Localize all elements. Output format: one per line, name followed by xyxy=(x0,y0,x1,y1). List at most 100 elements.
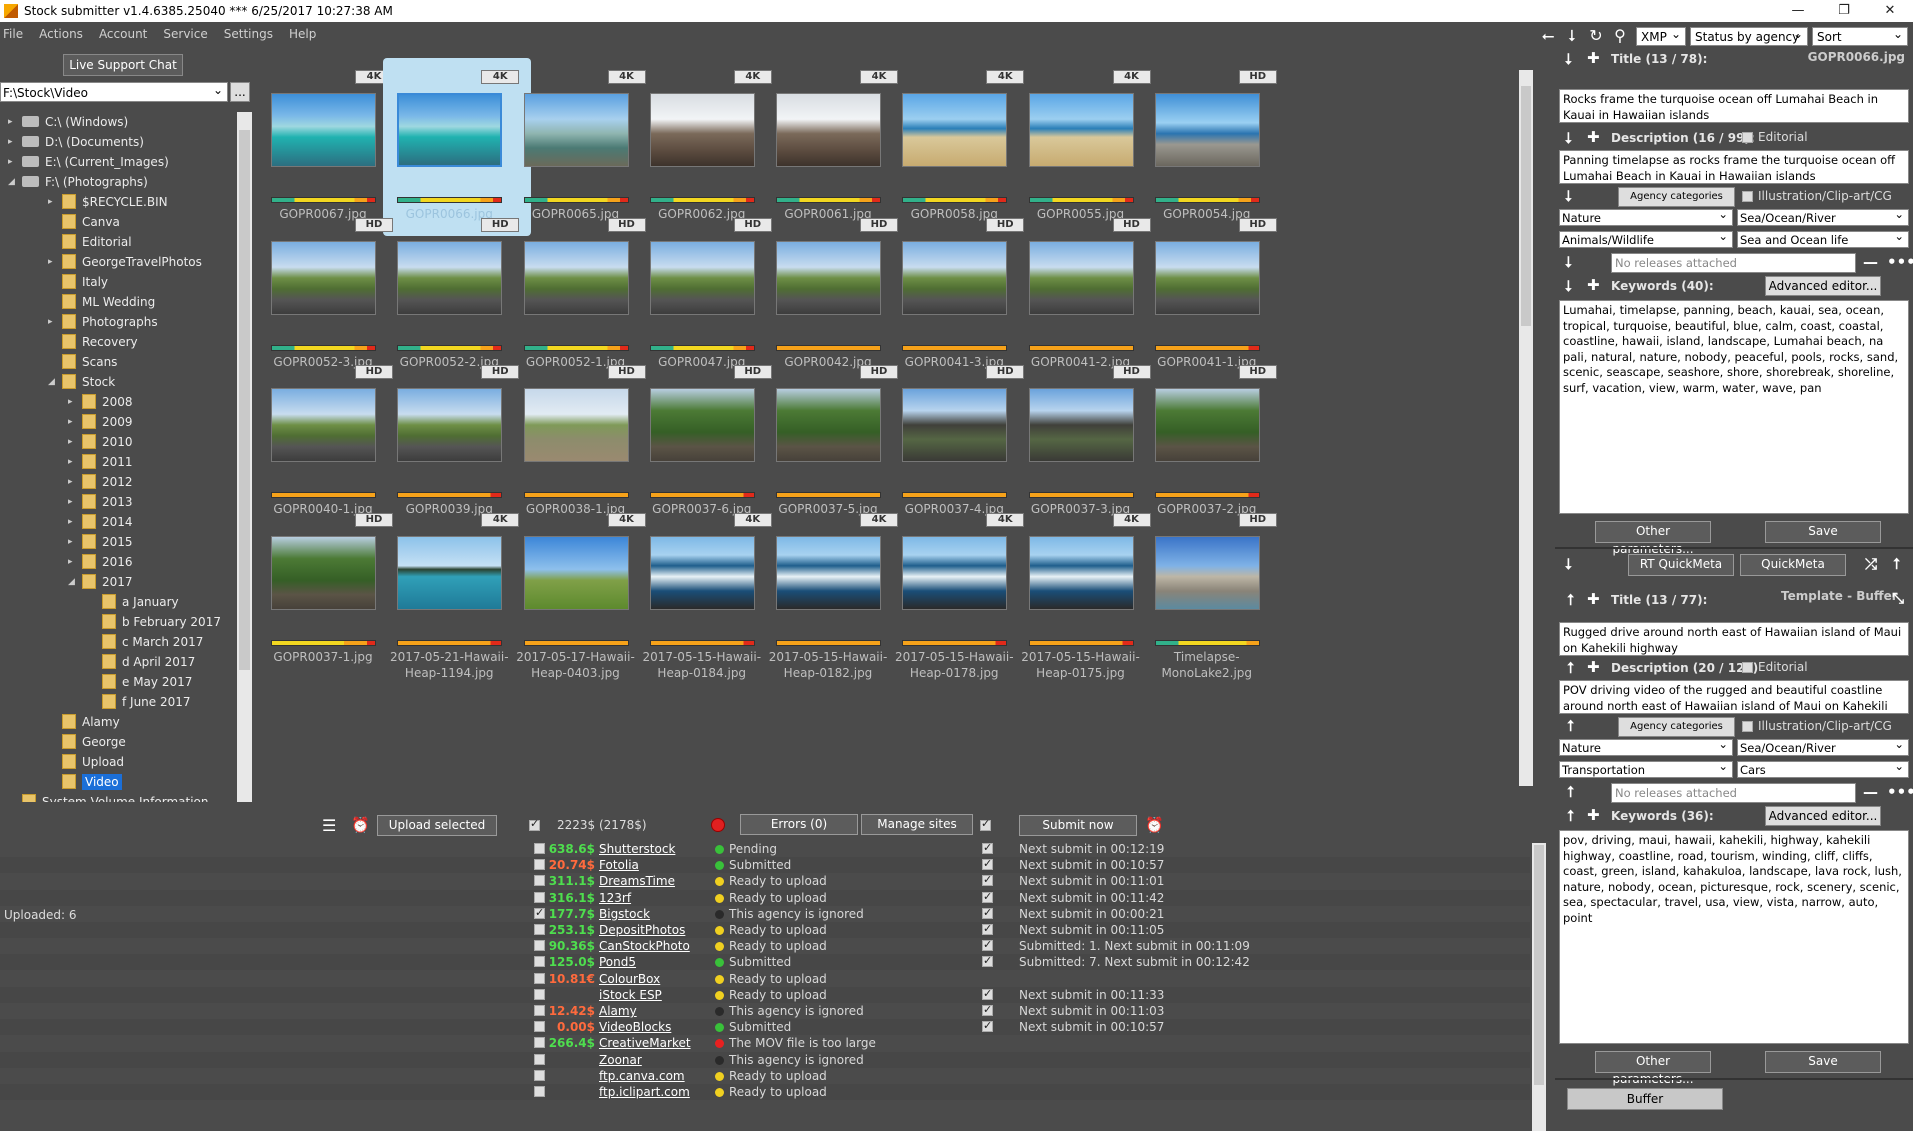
download-arrow-icon[interactable]: ⭣ xyxy=(1565,277,1572,295)
auto-submit-checkbox[interactable] xyxy=(982,856,993,872)
expand-arrow-icon[interactable]: ▸ xyxy=(8,112,13,132)
agency-scrollbar[interactable] xyxy=(1532,843,1546,1131)
tree-item[interactable]: ▸ E:\ (Current_Images) xyxy=(8,152,169,172)
template-description-field[interactable]: POV driving video of the rugged and beau… xyxy=(1559,680,1909,714)
expand-arrow-icon[interactable]: ▸ xyxy=(68,532,73,552)
template-advanced-editor-button[interactable]: Advanced editor... xyxy=(1765,806,1881,826)
search-icon[interactable]: ⚲ xyxy=(1610,26,1630,46)
refresh-icon[interactable]: ↻ xyxy=(1586,26,1606,46)
restore-icon[interactable]: ❐ xyxy=(1821,0,1867,22)
auto-submit-checkbox[interactable] xyxy=(982,921,993,937)
add-icon[interactable]: ✚ xyxy=(1587,128,1600,146)
template-title-field[interactable]: Rugged drive around north east of Hawaii… xyxy=(1559,622,1909,656)
tree-item[interactable]: ▸ 2014 xyxy=(68,512,133,532)
template-agency-categories-button[interactable]: Agency categories xyxy=(1618,717,1735,737)
menu-actions[interactable]: Actions xyxy=(39,27,83,41)
minimize-icon[interactable]: — xyxy=(1775,0,1821,22)
agency-link[interactable]: 123rf xyxy=(599,890,631,906)
agency-link[interactable]: ftp.iclipart.com xyxy=(599,1084,690,1100)
title-field[interactable]: Rocks frame the turquoise ocean off Luma… xyxy=(1559,89,1909,123)
agency-link[interactable]: ColourBox xyxy=(599,971,660,987)
expand-arrow-icon[interactable]: ▸ xyxy=(68,492,73,512)
agency-link[interactable]: Zoonar xyxy=(599,1052,642,1068)
agency-link[interactable]: Alamy xyxy=(599,1003,637,1019)
template-category-4-dropdown[interactable]: Cars xyxy=(1737,758,1909,778)
tree-item[interactable]: Upload xyxy=(62,752,124,772)
agency-link[interactable]: CreativeMarket xyxy=(599,1035,691,1051)
expand-arrow-icon[interactable]: ▸ xyxy=(48,252,53,272)
agency-link[interactable]: DreamsTime xyxy=(599,873,675,889)
errors-button[interactable]: Errors (0) xyxy=(740,814,858,835)
auto-submit-checkbox[interactable] xyxy=(982,1018,993,1034)
template-keywords-field[interactable]: pov, driving, maui, hawaii, kahekili, hi… xyxy=(1559,830,1909,1044)
tree-item[interactable]: Alamy xyxy=(62,712,120,732)
auto-submit-checkbox[interactable] xyxy=(982,872,993,888)
expand-arrow-icon[interactable]: ▸ xyxy=(8,152,13,172)
list-icon[interactable]: ☰ xyxy=(322,816,336,835)
agency-link[interactable]: iStock ESP xyxy=(599,987,662,1003)
tree-item[interactable]: ▸ D:\ (Documents) xyxy=(8,132,144,152)
add-icon[interactable]: ✚ xyxy=(1587,590,1600,608)
remove-release-icon[interactable]: — xyxy=(1863,783,1878,801)
expand-arrow-icon[interactable]: ▸ xyxy=(48,192,53,212)
menu-service[interactable]: Service xyxy=(163,27,207,41)
auto-submit-checkbox[interactable] xyxy=(982,905,993,921)
add-icon[interactable]: ✚ xyxy=(1587,658,1600,676)
tree-item[interactable]: e May 2017 xyxy=(102,672,192,692)
auto-submit-checkbox[interactable] xyxy=(982,889,993,905)
arrow-left-icon[interactable]: ⭠ xyxy=(1538,26,1558,46)
auto-submit-checkbox[interactable] xyxy=(982,1002,993,1018)
manage-sites-button[interactable]: Manage sites xyxy=(861,814,973,835)
expand-arrow-icon[interactable]: ▸ xyxy=(68,432,73,452)
tree-scrollbar[interactable] xyxy=(237,112,252,802)
agency-link[interactable]: Pond5 xyxy=(599,954,636,970)
expand-arrow-icon[interactable]: ▸ xyxy=(68,552,73,572)
upload-arrow-icon[interactable]: ⭡ xyxy=(1893,555,1900,573)
expand-arrow-icon[interactable]: ◢ xyxy=(48,372,55,392)
tree-item[interactable]: ◢ Stock xyxy=(48,372,115,392)
tree-item[interactable]: ML Wedding xyxy=(62,292,155,312)
agency-categories-button[interactable]: Agency categories xyxy=(1618,187,1735,207)
tree-item[interactable]: ▸ 2011 xyxy=(68,452,133,472)
menu-settings[interactable]: Settings xyxy=(224,27,273,41)
template-releases-field[interactable]: No releases attached xyxy=(1611,783,1856,803)
editorial-checkbox[interactable] xyxy=(1742,132,1753,143)
template-illustration-checkbox[interactable] xyxy=(1742,721,1753,732)
expand-arrow-icon[interactable]: ▸ xyxy=(68,512,73,532)
tree-item[interactable]: ▸ GeorgeTravelPhotos xyxy=(48,252,202,272)
template-category-1-dropdown[interactable]: Nature xyxy=(1559,736,1733,756)
tree-item[interactable]: System Volume Information xyxy=(22,792,208,802)
expand-arrow-icon[interactable]: ◢ xyxy=(8,172,15,192)
tree-item[interactable]: Canva xyxy=(62,212,120,232)
tree-item[interactable]: ▸ 2009 xyxy=(68,412,133,432)
description-field[interactable]: Panning timelapse as rocks frame the tur… xyxy=(1559,150,1909,184)
other-parameters-button[interactable]: Other parameters... xyxy=(1595,521,1711,556)
template-category-2-dropdown[interactable]: Sea/Ocean/River xyxy=(1737,736,1909,756)
tree-item[interactable]: Italy xyxy=(62,272,108,292)
tree-item[interactable]: George xyxy=(62,732,126,752)
arrow-down-icon[interactable]: ⭣ xyxy=(1562,26,1582,46)
tree-item[interactable]: ◢ 2017 xyxy=(68,572,133,592)
tree-item[interactable]: d April 2017 xyxy=(102,652,195,672)
illustration-checkbox[interactable] xyxy=(1742,191,1753,202)
category-2-dropdown[interactable]: Sea/Ocean/River xyxy=(1737,206,1909,226)
agency-link[interactable]: VideoBlocks xyxy=(599,1019,671,1035)
upload-arrow-icon[interactable]: ⭡ xyxy=(1567,807,1574,825)
tree-item[interactable]: a January xyxy=(102,592,179,612)
agency-link[interactable]: ftp.canva.com xyxy=(599,1068,685,1084)
path-combobox[interactable]: F:\Stock\Video xyxy=(0,80,228,102)
remove-release-icon[interactable]: — xyxy=(1863,253,1878,271)
tree-item[interactable]: Video xyxy=(62,772,122,792)
upload-arrow-icon[interactable]: ⭡ xyxy=(1567,783,1574,801)
shuffle-icon[interactable]: ⤮ xyxy=(1865,555,1877,573)
agency-link[interactable]: Shutterstock xyxy=(599,841,675,857)
save-button[interactable]: Save xyxy=(1765,521,1881,543)
keywords-field[interactable]: Lumahai, timelapse, panning, beach, kaua… xyxy=(1559,300,1909,514)
buffer-button[interactable]: Buffer xyxy=(1567,1088,1723,1110)
tree-item[interactable]: ▸ 2010 xyxy=(68,432,133,452)
releases-field[interactable]: No releases attached xyxy=(1611,253,1856,273)
upload-arrow-icon[interactable]: ⭡ xyxy=(1567,591,1574,609)
add-icon[interactable]: ✚ xyxy=(1587,806,1600,824)
auto-submit-checkbox[interactable] xyxy=(982,953,993,969)
download-arrow-icon[interactable]: ⭣ xyxy=(1565,555,1572,573)
